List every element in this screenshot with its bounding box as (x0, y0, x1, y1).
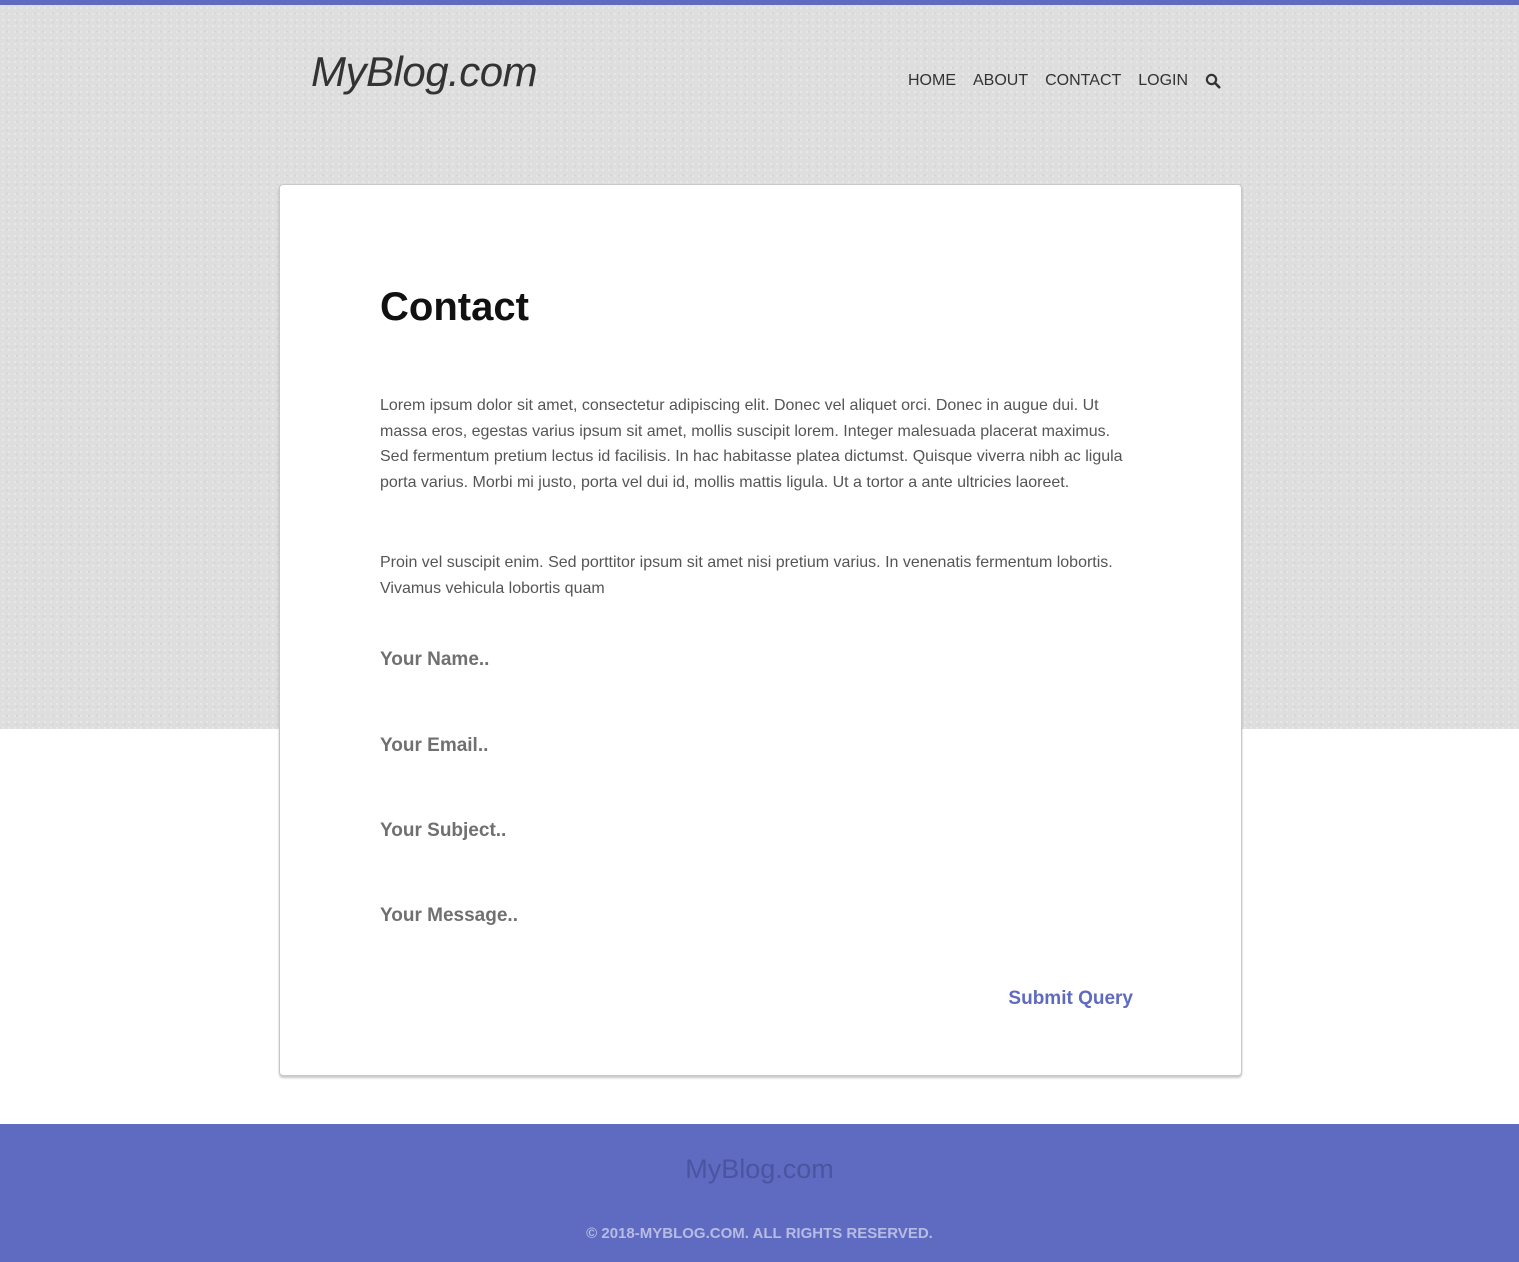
page-title: Contact (380, 285, 529, 329)
site-footer: MyBlog.com © 2018-MYBLOG.COM. ALL RIGHTS… (0, 1124, 1519, 1262)
intro-paragraph: Lorem ipsum dolor sit amet, consectetur … (380, 397, 1123, 491)
subject-input[interactable] (380, 813, 1132, 849)
main-nav: HOME ABOUT CONTACT LOGIN (908, 70, 1221, 92)
name-input[interactable] (380, 642, 1132, 678)
contact-card: Contact Lorem ipsum dolor sit amet, cons… (279, 184, 1242, 1076)
nav-about[interactable]: ABOUT (973, 72, 1028, 90)
footer-copyright: © 2018-MYBLOG.COM. ALL RIGHTS RESERVED. (586, 1225, 933, 1242)
nav-login[interactable]: LOGIN (1138, 72, 1188, 90)
message-textarea[interactable] (380, 899, 1132, 939)
email-input[interactable] (380, 728, 1132, 764)
footer-brand-link[interactable]: MyBlog.com (0, 1154, 1519, 1185)
secondary-paragraph: Proin vel suscipit enim. Sed porttitor i… (380, 554, 1113, 597)
nav-home[interactable]: HOME (908, 72, 956, 90)
search-icon[interactable] (1205, 73, 1221, 89)
site-logo[interactable]: MyBlog.com (311, 48, 538, 96)
page: MyBlog.com HOME ABOUT CONTACT LOGIN Cont… (0, 0, 1519, 1262)
submit-button[interactable]: Submit Query (1008, 988, 1133, 1010)
nav-contact[interactable]: CONTACT (1045, 72, 1121, 90)
